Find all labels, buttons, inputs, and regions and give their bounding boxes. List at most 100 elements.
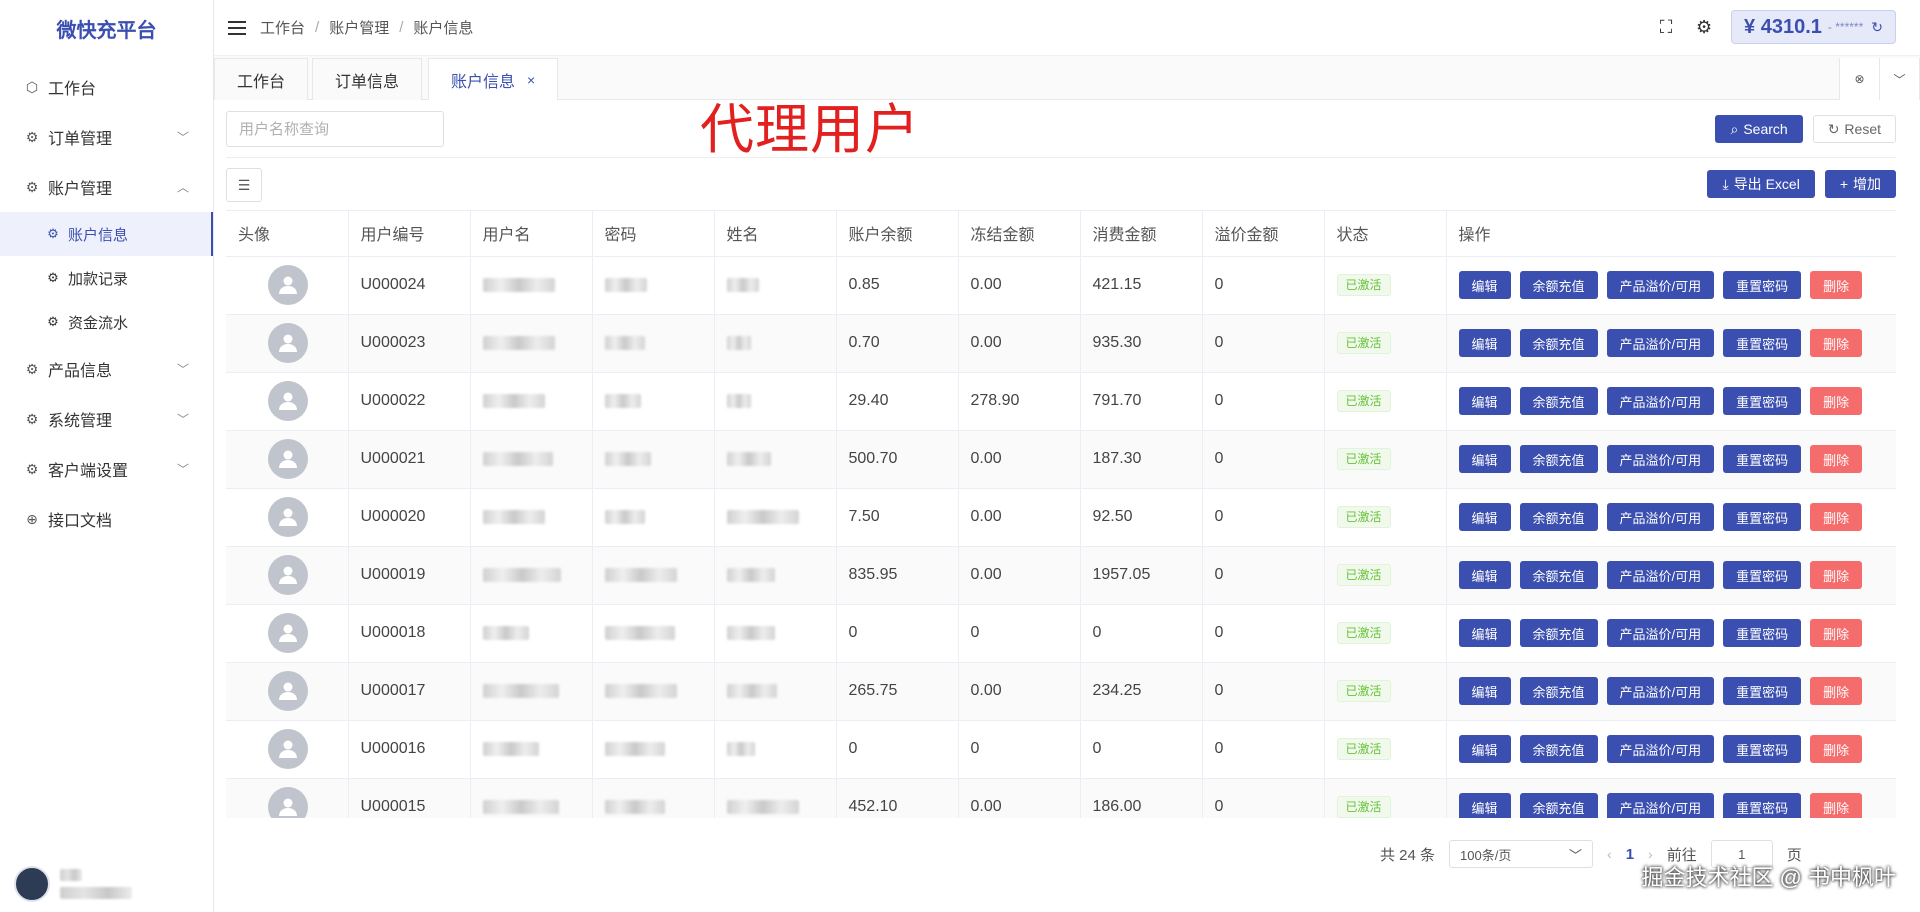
premium-button[interactable]: 产品溢价/可用: [1606, 677, 1715, 705]
tab-account-info[interactable]: 账户信息 ×: [428, 58, 559, 100]
recharge-button[interactable]: 余额充值: [1519, 561, 1598, 589]
fullscreen-icon[interactable]: ⛶: [1655, 16, 1677, 38]
reset-password-button[interactable]: 重置密码: [1723, 387, 1802, 415]
premium-cell: 0: [1202, 488, 1325, 547]
reset-password-button[interactable]: 重置密码: [1723, 677, 1802, 705]
reset-password-button[interactable]: 重置密码: [1723, 329, 1802, 357]
reset-password-button[interactable]: 重置密码: [1723, 793, 1802, 818]
recharge-button[interactable]: 余额充值: [1519, 503, 1598, 531]
page-number[interactable]: 1: [1626, 846, 1634, 863]
edit-button[interactable]: 编辑: [1458, 677, 1511, 705]
delete-button[interactable]: 删除: [1810, 445, 1863, 473]
edit-button[interactable]: 编辑: [1458, 329, 1511, 357]
reset-password-button[interactable]: 重置密码: [1723, 619, 1802, 647]
edit-button[interactable]: 编辑: [1458, 735, 1511, 763]
breadcrumb-item[interactable]: 工作台: [260, 17, 305, 38]
delete-button[interactable]: 删除: [1810, 271, 1863, 299]
user-profile[interactable]: [14, 866, 132, 902]
sidebar-item-client-settings[interactable]: ⚙ 客户端设置 ﹀: [0, 444, 213, 494]
edit-button[interactable]: 编辑: [1458, 387, 1511, 415]
chevron-down-icon[interactable]: ﹀: [1880, 58, 1920, 100]
sidebar-item-label: 接口文档: [48, 513, 113, 530]
balance-badge[interactable]: ¥ 4310.1 - ****** ↻: [1731, 10, 1896, 44]
sidebar-subitem-label: 加款记录: [68, 270, 129, 288]
username-cell-redacted: [470, 662, 593, 721]
sidebar-item-orders[interactable]: ⚙ 订单管理 ﹀: [0, 112, 213, 162]
tab-label: 账户信息: [451, 73, 516, 91]
delete-button[interactable]: 删除: [1810, 387, 1863, 415]
download-icon: ⤓: [1722, 175, 1729, 192]
column-settings-icon[interactable]: ☰: [226, 168, 262, 202]
status-cell: 已激活: [1324, 430, 1447, 489]
chevron-down-icon: ﹀: [1569, 847, 1583, 863]
status-cell: 已激活: [1324, 546, 1447, 605]
premium-button[interactable]: 产品溢价/可用: [1606, 793, 1715, 818]
delete-button[interactable]: 删除: [1810, 677, 1863, 705]
actions-cell: 编辑 余额充值 产品溢价/可用 重置密码 删除: [1446, 372, 1896, 431]
recharge-button[interactable]: 余额充值: [1519, 329, 1598, 357]
sidebar-subitem-fund-flow[interactable]: ⚙ 资金流水: [0, 300, 213, 344]
edit-button[interactable]: 编辑: [1458, 619, 1511, 647]
user-avatar-icon: [268, 381, 308, 421]
premium-button[interactable]: 产品溢价/可用: [1606, 619, 1715, 647]
refresh-icon[interactable]: ↻: [1871, 19, 1883, 36]
recharge-button[interactable]: 余额充值: [1519, 793, 1598, 818]
reset-password-button[interactable]: 重置密码: [1723, 735, 1802, 763]
search-button[interactable]: ⌕ Search: [1715, 115, 1803, 143]
premium-button[interactable]: 产品溢价/可用: [1606, 735, 1715, 763]
sidebar-item-system[interactable]: ⚙ 系统管理 ﹀: [0, 394, 213, 444]
prev-page-icon[interactable]: ‹: [1607, 846, 1612, 862]
close-icon[interactable]: ×: [527, 72, 535, 88]
breadcrumb-item[interactable]: 账户管理: [329, 17, 389, 38]
delete-button[interactable]: 删除: [1810, 561, 1863, 589]
sidebar-item-api-docs[interactable]: ⊕ 接口文档: [0, 494, 213, 544]
menu-toggle-icon[interactable]: [228, 20, 246, 35]
close-tabs-icon[interactable]: ⊗: [1840, 58, 1880, 100]
table-row: U000019 835.95 0.00 1957.05 0 已激活 编辑 余额充值 产品溢价/可…: [226, 546, 1896, 605]
sidebar-subitem-deposit-records[interactable]: ⚙ 加款记录: [0, 256, 213, 300]
sidebar-item-accounts[interactable]: ⚙ 账户管理 ︿: [0, 162, 213, 212]
tab-dashboard[interactable]: 工作台: [214, 58, 309, 100]
add-user-button[interactable]: + 增加: [1824, 170, 1896, 198]
recharge-button[interactable]: 余额充值: [1519, 619, 1598, 647]
frozen-cell: 0.00: [958, 314, 1081, 373]
sidebar-subitem-account-info[interactable]: ⚙ 账户信息: [0, 212, 213, 256]
delete-button[interactable]: 删除: [1810, 793, 1863, 818]
edit-button[interactable]: 编辑: [1458, 445, 1511, 473]
delete-button[interactable]: 删除: [1810, 619, 1863, 647]
spent-cell: 421.15: [1080, 256, 1203, 315]
page-size-select[interactable]: 100条/页 ﹀: [1449, 840, 1594, 868]
edit-button[interactable]: 编辑: [1458, 271, 1511, 299]
data-table: 头像 用户编号 用户名 密码 姓名 账户余额 冻结金额 消费金额 溢价金额 状态…: [226, 211, 1896, 818]
reset-button[interactable]: ↻ Reset: [1812, 115, 1896, 143]
recharge-button[interactable]: 余额充值: [1519, 387, 1598, 415]
delete-button[interactable]: 删除: [1810, 735, 1863, 763]
premium-button[interactable]: 产品溢价/可用: [1606, 445, 1715, 473]
premium-button[interactable]: 产品溢价/可用: [1606, 387, 1715, 415]
sidebar-item-products[interactable]: ⚙ 产品信息 ﹀: [0, 344, 213, 394]
premium-button[interactable]: 产品溢价/可用: [1606, 503, 1715, 531]
premium-button[interactable]: 产品溢价/可用: [1606, 561, 1715, 589]
premium-button[interactable]: 产品溢价/可用: [1606, 329, 1715, 357]
delete-button[interactable]: 删除: [1810, 329, 1863, 357]
sidebar-item-dashboard[interactable]: ⬡ 工作台: [0, 62, 213, 112]
username-search-input[interactable]: [226, 111, 444, 147]
delete-button[interactable]: 删除: [1810, 503, 1863, 531]
gear-icon[interactable]: ⚙: [1693, 16, 1715, 38]
toolbar-buttons: ⤓ 导出 Excel + 增加: [1707, 170, 1896, 198]
reset-password-button[interactable]: 重置密码: [1723, 503, 1802, 531]
export-excel-button[interactable]: ⤓ 导出 Excel: [1707, 170, 1815, 198]
recharge-button[interactable]: 余额充值: [1519, 271, 1598, 299]
tab-orders[interactable]: 订单信息: [312, 58, 423, 100]
recharge-button[interactable]: 余额充值: [1519, 735, 1598, 763]
recharge-button[interactable]: 余额充值: [1519, 445, 1598, 473]
edit-button[interactable]: 编辑: [1458, 503, 1511, 531]
edit-button[interactable]: 编辑: [1458, 561, 1511, 589]
reset-password-button[interactable]: 重置密码: [1723, 445, 1802, 473]
balance-cell: 29.40: [836, 372, 959, 431]
recharge-button[interactable]: 余额充值: [1519, 677, 1598, 705]
reset-password-button[interactable]: 重置密码: [1723, 561, 1802, 589]
reset-password-button[interactable]: 重置密码: [1723, 271, 1802, 299]
edit-button[interactable]: 编辑: [1458, 793, 1511, 818]
premium-button[interactable]: 产品溢价/可用: [1606, 271, 1715, 299]
